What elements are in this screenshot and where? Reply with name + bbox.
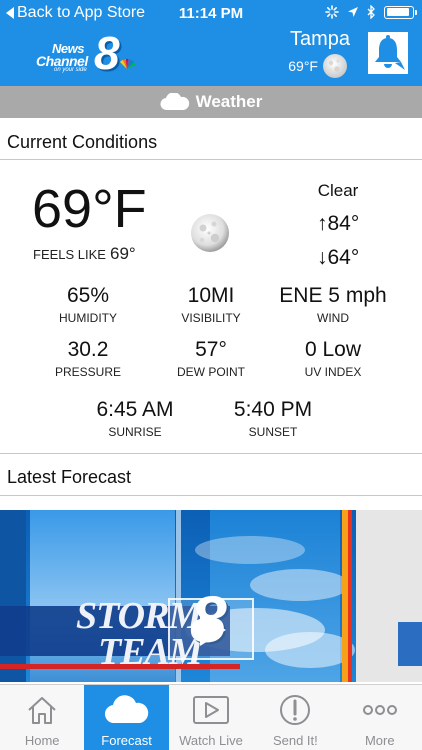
location-arrow-icon (348, 7, 358, 17)
feels-like-value: 69° (109, 244, 136, 263)
condition-text: Clear (317, 181, 359, 200)
peacock-icon (120, 58, 135, 69)
dew-point-stat: 57° DEW POINT (177, 338, 245, 379)
moon-icon (323, 54, 347, 78)
tab-send-it[interactable]: Send It! (253, 685, 337, 750)
header-temperature: 69°F (288, 58, 318, 74)
tab-home[interactable]: Home (0, 685, 84, 750)
pressure-stat: 30.2 PRESSURE (54, 338, 122, 379)
play-icon (200, 614, 226, 646)
cloud-icon (104, 695, 148, 724)
moon-icon (191, 214, 229, 252)
visibility-stat: 10MI VISIBILITY (181, 284, 241, 325)
divider (0, 159, 422, 160)
tab-watch-live[interactable]: Watch Live (169, 685, 253, 750)
divider (0, 453, 422, 454)
cloud-icon (160, 93, 189, 111)
high-temperature: ↑84° (317, 212, 360, 235)
weather-section-bar: Weather (0, 86, 422, 118)
status-bar: Back to App Store 11:14 PM (0, 0, 422, 26)
divider (0, 495, 422, 496)
current-conditions-title: Current Conditions (7, 132, 158, 152)
battery-icon (384, 5, 417, 19)
play-icon (192, 696, 229, 724)
bluetooth-icon (367, 5, 375, 19)
alert-bell-icon (375, 35, 405, 70)
bottom-tab-bar: Home Forecast Watch Live Send It! More (0, 684, 422, 750)
more-dots-icon (362, 705, 397, 715)
uv-index-stat: 0 Low UV INDEX (304, 338, 362, 379)
tab-forecast[interactable]: Forecast (84, 685, 169, 750)
news-channel-8-logo[interactable]: News Channel on your side 8 (34, 30, 138, 76)
latest-forecast-title: Latest Forecast (7, 467, 132, 487)
low-temperature: ↓64° (317, 246, 360, 269)
weather-section-label: Weather (195, 92, 263, 111)
current-temperature: 69°F (32, 179, 147, 239)
feels-like-label: FEELS LIKE (33, 247, 106, 262)
sunrise-stat: 6:45 AM SUNRISE (96, 398, 174, 439)
activity-icon (325, 5, 339, 19)
city-name[interactable]: Tampa (290, 28, 350, 51)
home-icon (28, 697, 56, 724)
play-video-button[interactable] (168, 598, 254, 660)
wind-stat: ENE 5 mph WIND (279, 284, 387, 325)
sunset-stat: 5:40 PM SUNSET (233, 398, 313, 439)
alert-bell-button[interactable] (368, 32, 408, 74)
app-header: Back to App Store 11:14 PM News Channel … (0, 0, 422, 86)
exclamation-icon (280, 695, 311, 725)
humidity-stat: 65% HUMIDITY (59, 284, 117, 325)
tab-more[interactable]: More (338, 685, 422, 750)
feels-like: FEELS LIKE 69° (33, 244, 136, 264)
status-icons (325, 5, 417, 19)
